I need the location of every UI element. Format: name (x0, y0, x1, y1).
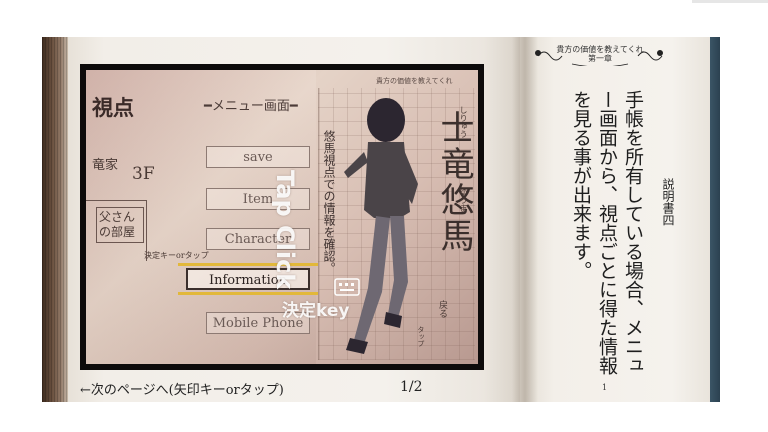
illustration-note-title: 貴方の価値を教えてくれ (376, 77, 453, 85)
hero-name: 士竜悠馬 (434, 110, 474, 254)
room-label: 父さんの部屋 (96, 207, 144, 243)
book-edge (710, 37, 720, 402)
menu-screen-label: ━メニュー画面━ (204, 99, 298, 114)
chapter-header: 貴方の価値を教えてくれ 第一章 (548, 45, 652, 63)
floor-label: 竜家 (92, 158, 119, 173)
decide-note: 決定キーorタップ (144, 251, 209, 260)
hero-ruby-surname: しりゅう (459, 106, 468, 138)
tap-click-hint: Tap Click (271, 170, 299, 290)
manual-description: 手帳を所有している場合、メニュー画面から、視点ごとに得た情報を見る事が出来ます。 (570, 90, 644, 375)
character-figure (344, 98, 418, 354)
menu-button-save[interactable]: save (206, 146, 310, 168)
menu-screen-illustration: 視点 ━メニュー画面━ 竜家 3F 父さんの部屋 決定キーorタップ save … (86, 70, 478, 364)
book-spine (42, 37, 68, 402)
menu-screen-text: メニュー画面 (211, 99, 290, 114)
chapter-subtitle: 第一章 (588, 54, 612, 63)
selection-bar-bottom (178, 292, 318, 295)
book-gutter (512, 37, 538, 402)
keyboard-icon (334, 278, 360, 296)
manual-section-label: 説明書四 (661, 178, 675, 226)
viewpoint-label: 視点 (92, 95, 134, 120)
hero-ruby-given: ゆうま (459, 188, 468, 212)
decide-key-hint: 決定key (282, 301, 350, 321)
scroll-indicator (692, 0, 768, 3)
back-note: 戻る (437, 300, 447, 318)
floor-value: 3F (132, 164, 155, 184)
manual-illustration-frame: 視点 ━メニュー画面━ 竜家 3F 父さんの部屋 決定キーorタップ save … (80, 64, 484, 370)
chapter-title: 貴方の価値を教えてくれ (556, 45, 644, 54)
next-page-button[interactable]: ←次のページへ(矢印キーorタップ) (80, 379, 284, 398)
page-counter: 1/2 (400, 379, 423, 395)
page-number: 1 (602, 383, 608, 392)
